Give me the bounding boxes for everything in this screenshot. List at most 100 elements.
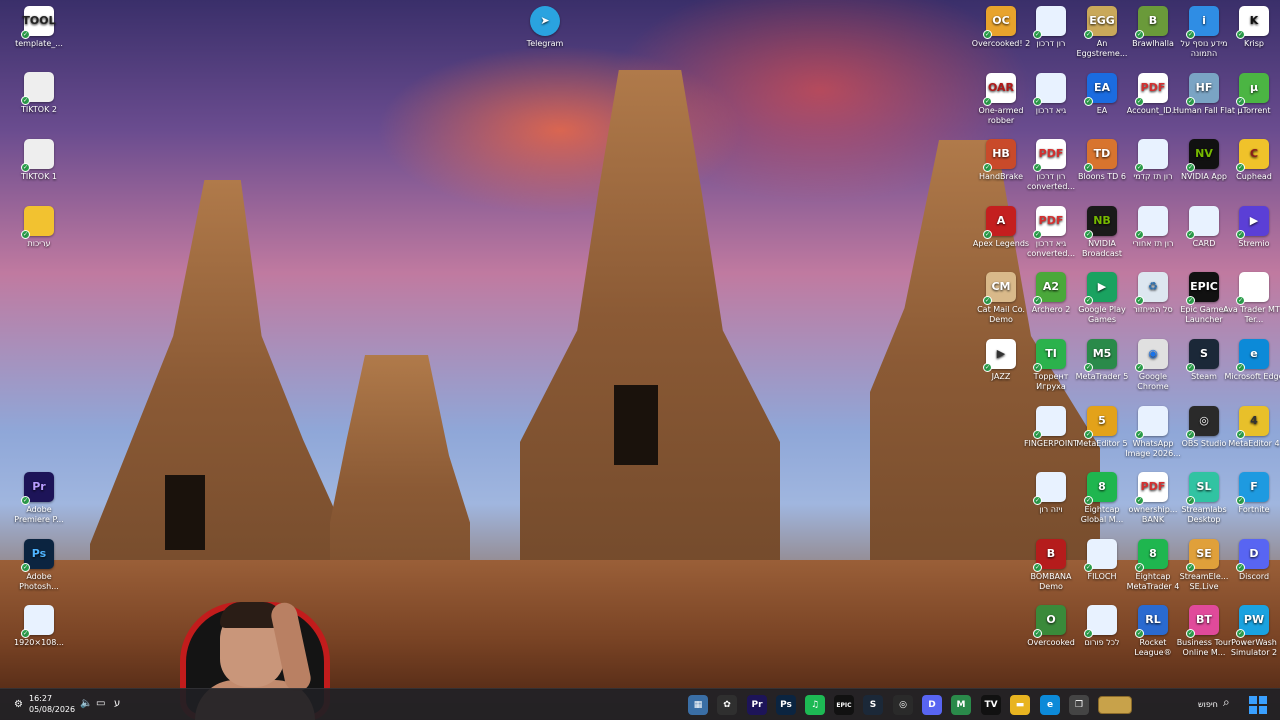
settings-icon[interactable]: ⚙	[14, 700, 23, 710]
desktop-icon-torrent[interactable]: µ ✓ µTorrent	[1223, 73, 1280, 116]
cuphead-icon: C ✓	[1236, 139, 1269, 172]
desktop-icon-file[interactable]: ✓ עריכות	[8, 206, 70, 249]
desktop-icon-label: Adobe Photosh...	[19, 572, 59, 591]
epic-app[interactable]: EPIC	[834, 695, 854, 715]
taskview-app[interactable]: ❐	[1069, 695, 1089, 715]
desktop-icon-stremio[interactable]: ▶ ✓ Stremio	[1223, 206, 1280, 249]
desktop-icon-microsoft-edge[interactable]: e ✓ Microsoft Edge	[1223, 339, 1280, 382]
telegram-icon: ➤	[530, 6, 560, 36]
sync-check-icon: ✓	[1186, 629, 1195, 638]
sync-check-icon: ✓	[1135, 496, 1144, 505]
desktop-icon-tiktok-1[interactable]: ✓ TIKTOK 1	[8, 139, 70, 182]
sync-check-icon: ✓	[1135, 230, 1144, 239]
sync-check-icon: ✓	[1084, 430, 1093, 439]
clock-date[interactable]: 05/08/2026	[29, 705, 75, 715]
desktop-icon-metaeditor-4[interactable]: 4 ✓ MetaEditor 4	[1223, 406, 1280, 449]
sync-check-icon: ✓	[1033, 629, 1042, 638]
file-icon: ✓	[1033, 73, 1066, 106]
desktop-icon-discord[interactable]: D ✓ Discord	[1223, 539, 1280, 582]
sync-check-icon: ✓	[1236, 30, 1245, 39]
eightcap-global-m-icon: 8 ✓	[1084, 472, 1117, 505]
language-indicator[interactable]: ע	[114, 699, 120, 709]
desktop-icon-label: TIKTOK 2	[21, 105, 57, 114]
desktop-icon-1920-108[interactable]: ✓ 1920×108...	[8, 605, 70, 648]
sync-check-icon: ✓	[21, 230, 30, 239]
desktop-icon-powerwash-simulator-2[interactable]: PW ✓ PowerWash Simulator 2	[1223, 605, 1280, 658]
volume-icon[interactable]: 🔈	[80, 699, 92, 709]
sync-check-icon: ✓	[983, 97, 992, 106]
obs-app[interactable]: ◎	[893, 695, 913, 715]
search-icon[interactable]: ⌕	[1223, 696, 1230, 708]
desktop-icon-ava-trader-mt4-ter[interactable]: ✓ Ava Trader MT4 Ter...	[1223, 272, 1280, 325]
search-label[interactable]: חיפוש	[1198, 700, 1218, 710]
file-icon: ✓	[1135, 139, 1168, 172]
metatrader-app[interactable]: M	[951, 695, 971, 715]
one-armed-robber-icon: OAR ✓	[983, 73, 1016, 106]
tradingview-app[interactable]: TV	[981, 695, 1001, 715]
sync-check-icon: ✓	[1186, 97, 1195, 106]
weather-widget-icon[interactable]	[1098, 696, 1132, 714]
file-icon: ♻ ✓	[1135, 272, 1168, 305]
desktop-icon-label: TIKTOK 1	[21, 172, 57, 181]
sync-check-icon: ✓	[1186, 163, 1195, 172]
sync-check-icon: ✓	[1186, 230, 1195, 239]
file-explorer-app[interactable]: ▬	[1010, 695, 1030, 715]
sync-check-icon: ✓	[1135, 30, 1144, 39]
sync-check-icon: ✓	[1236, 296, 1245, 305]
sync-check-icon: ✓	[1236, 363, 1245, 372]
overcooked-2-icon: OC ✓	[983, 6, 1016, 39]
sync-check-icon: ✓	[1084, 230, 1093, 239]
sync-check-icon: ✓	[983, 296, 992, 305]
sync-check-icon: ✓	[1084, 563, 1093, 572]
capcut-app[interactable]: ✿	[717, 695, 737, 715]
desktop-icon-krisp[interactable]: K ✓ Krisp	[1223, 6, 1280, 49]
tiktok-2-icon: ✓	[21, 72, 54, 105]
desktop-icon-tiktok-2[interactable]: ✓ TIKTOK 2	[8, 72, 70, 115]
file-icon: ✓	[1033, 472, 1066, 505]
file-icon: ✓	[1084, 605, 1117, 638]
spotify-app[interactable]: ♫	[805, 695, 825, 715]
sync-check-icon: ✓	[1186, 496, 1195, 505]
file-icon: ✓	[1033, 6, 1066, 39]
desktop-icon-template[interactable]: TOOL ✓ template_...	[8, 6, 70, 49]
metatrader-5-icon: M5 ✓	[1084, 339, 1117, 372]
start-button[interactable]	[1249, 696, 1267, 714]
sync-check-icon: ✓	[1236, 430, 1245, 439]
desktop-icon-fortnite[interactable]: F ✓ Fortnite	[1223, 472, 1280, 515]
sync-check-icon: ✓	[1033, 296, 1042, 305]
desktop-icon-telegram[interactable]: ➤ Telegram	[514, 6, 576, 49]
bloons-td-6-icon: TD ✓	[1084, 139, 1117, 172]
steam-app[interactable]: S	[863, 695, 883, 715]
jazz-icon: ▶ ✓	[983, 339, 1016, 372]
discord-app[interactable]: D	[922, 695, 942, 715]
sync-check-icon: ✓	[983, 30, 992, 39]
desktop-icon-adobe-premiere-p[interactable]: Pr ✓ Adobe Premiere P...	[8, 472, 70, 525]
epic-games-launcher-icon: EPIC ✓	[1186, 272, 1219, 305]
sync-check-icon: ✓	[1033, 230, 1042, 239]
file-icon: ✓	[21, 206, 54, 239]
sync-check-icon: ✓	[1084, 30, 1093, 39]
desktop-icon-adobe-photosh[interactable]: Ps ✓ Adobe Photosh...	[8, 539, 70, 592]
desktop-icon-label: Telegram	[526, 39, 564, 48]
network-icon[interactable]: ▭	[96, 699, 105, 709]
file-icon: i ✓	[1186, 6, 1219, 39]
clock-time[interactable]: 16:27	[29, 694, 52, 704]
sync-check-icon: ✓	[21, 496, 30, 505]
google-chrome-icon: ◉ ✓	[1135, 339, 1168, 372]
sync-check-icon: ✓	[1084, 363, 1093, 372]
microsoft-edge-icon: e ✓	[1236, 339, 1269, 372]
edge-app[interactable]: e	[1040, 695, 1060, 715]
calculator-app[interactable]: ▦	[688, 695, 708, 715]
photoshop-app[interactable]: Ps	[776, 695, 796, 715]
archero-2-icon: A2 ✓	[1033, 272, 1066, 305]
desktop-icon-cuphead[interactable]: C ✓ Cuphead	[1223, 139, 1280, 182]
sync-check-icon: ✓	[983, 230, 992, 239]
premiere-app[interactable]: Pr	[747, 695, 767, 715]
sync-check-icon: ✓	[1084, 629, 1093, 638]
sync-check-icon: ✓	[1186, 563, 1195, 572]
file-icon: TI ✓	[1033, 339, 1066, 372]
sync-check-icon: ✓	[1135, 563, 1144, 572]
converted-icon: PDF ✓	[1033, 206, 1066, 239]
desktop-icon-label: µTorrent	[1237, 106, 1271, 115]
temple-doorway	[614, 385, 658, 465]
